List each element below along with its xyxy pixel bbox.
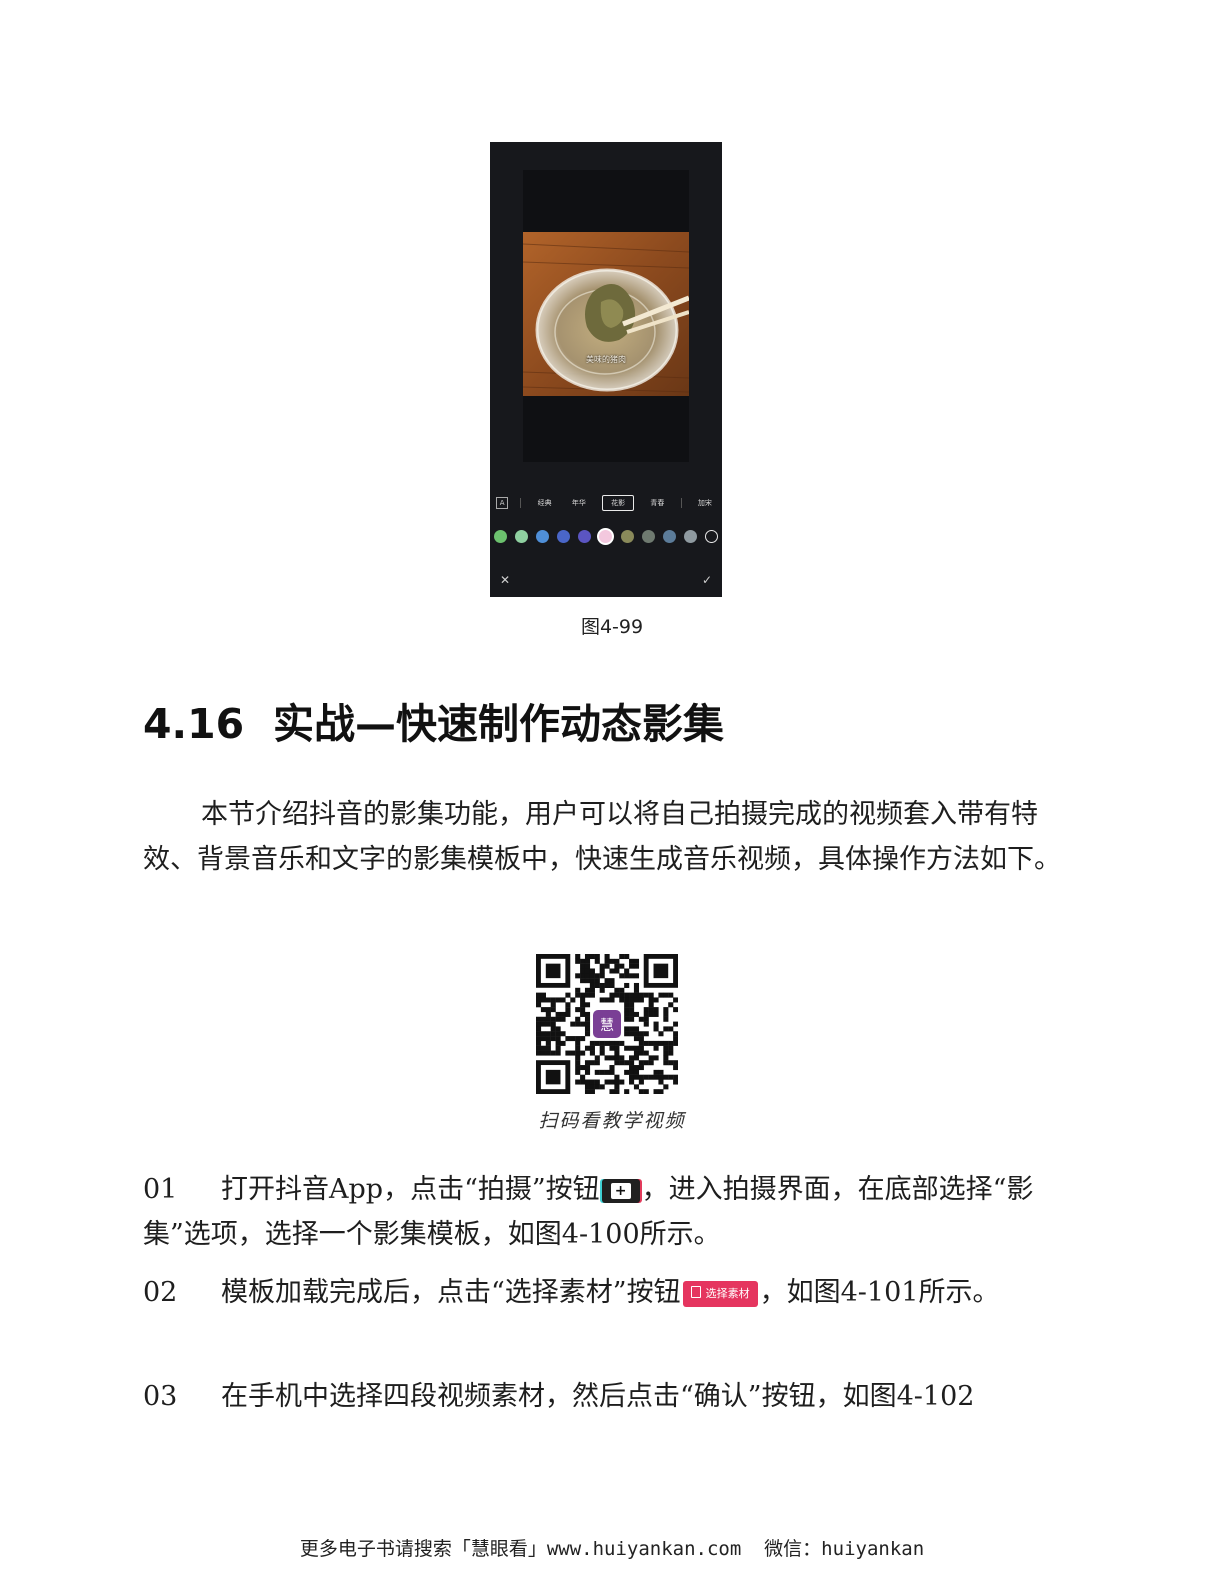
photo-caption: 美味的猪肉: [586, 355, 626, 364]
color-swatch[interactable]: [557, 529, 571, 543]
bottom-bar: ✕ ✓: [490, 567, 722, 597]
style-tabs: A 经典 年华 花影 青春 加宋: [490, 494, 722, 512]
section-title: 4.16 实战—快速制作动态影集: [143, 690, 724, 750]
color-swatch[interactable]: [578, 529, 592, 543]
section-number: 4.16: [143, 700, 245, 748]
tab-style-4[interactable]: 加宋: [694, 496, 716, 510]
figure-caption: 图4-99: [580, 616, 644, 638]
step-02: 02 模板加载完成后，点击“选择素材”按钮 选择素材 ，如图4-101所示。: [143, 1270, 1068, 1315]
food-photo: 美味的猪肉: [523, 232, 689, 396]
color-swatch[interactable]: [599, 529, 613, 543]
tab-style-0[interactable]: 经典: [534, 496, 556, 510]
close-icon[interactable]: ✕: [500, 573, 510, 587]
color-swatch[interactable]: [515, 529, 529, 543]
intro-paragraph: 本节介绍抖音的影集功能，用户可以将自己拍摄完成的视频套入带有特效、背景音乐和文字…: [143, 799, 1061, 875]
qr-logo-label: 慧: [600, 1018, 614, 1034]
tab-style-3[interactable]: 青春: [646, 496, 668, 510]
color-swatch[interactable]: [683, 529, 697, 543]
color-swatch[interactable]: [536, 529, 550, 543]
select-material-button-icon: 选择素材: [682, 1280, 758, 1307]
section-heading: 实战—快速制作动态影集: [273, 700, 724, 748]
step-text: 打开抖音App，点击“拍摄”按钮: [221, 1174, 600, 1205]
step-text: 模板加载完成后，点击“选择素材”按钮: [221, 1277, 681, 1308]
color-swatch[interactable]: [704, 529, 718, 543]
divider: [680, 498, 682, 508]
step-number: 01: [143, 1174, 178, 1205]
video-preview: 美味的猪肉: [523, 170, 689, 462]
qr-code: 慧: [536, 954, 679, 1095]
color-swatches: [494, 528, 718, 544]
font-style-icon[interactable]: A: [496, 497, 509, 509]
tab-style-2[interactable]: 花影: [602, 495, 635, 511]
color-swatch[interactable]: [641, 529, 655, 543]
divider: [520, 498, 522, 508]
step-01: 01 打开抖音App，点击“拍摄”按钮 + ，进入拍摄界面，在底部选择“影集”选项，选…: [143, 1167, 1068, 1257]
figure-phone-screenshot: 美味的猪肉 A 经典 年华 花影 青春 加宋 ✕ ✓: [490, 142, 722, 597]
step-text: ，如图4-101所示。: [759, 1277, 1000, 1308]
step-number: 03: [143, 1381, 178, 1412]
footer-watermark: 更多电子书请搜索「慧眼看」www.huiyankan.com 微信：huiyan…: [299, 1538, 925, 1560]
color-swatch[interactable]: [494, 529, 507, 543]
color-swatch[interactable]: [620, 529, 634, 543]
check-icon[interactable]: ✓: [702, 573, 712, 587]
tab-style-1[interactable]: 年华: [568, 496, 590, 510]
step-03: 03 在手机中选择四段视频素材，然后点击“确认”按钮，如图4-102: [143, 1374, 1068, 1419]
color-swatch[interactable]: [662, 529, 676, 543]
shoot-button-icon: +: [601, 1178, 640, 1203]
step-text: 在手机中选择四段视频素材，然后点击“确认”按钮，如图4-102: [221, 1381, 975, 1412]
step-number: 02: [143, 1277, 178, 1308]
copy-icon: [690, 1285, 701, 1298]
qr-caption: 扫码看教学视频: [538, 1110, 686, 1132]
